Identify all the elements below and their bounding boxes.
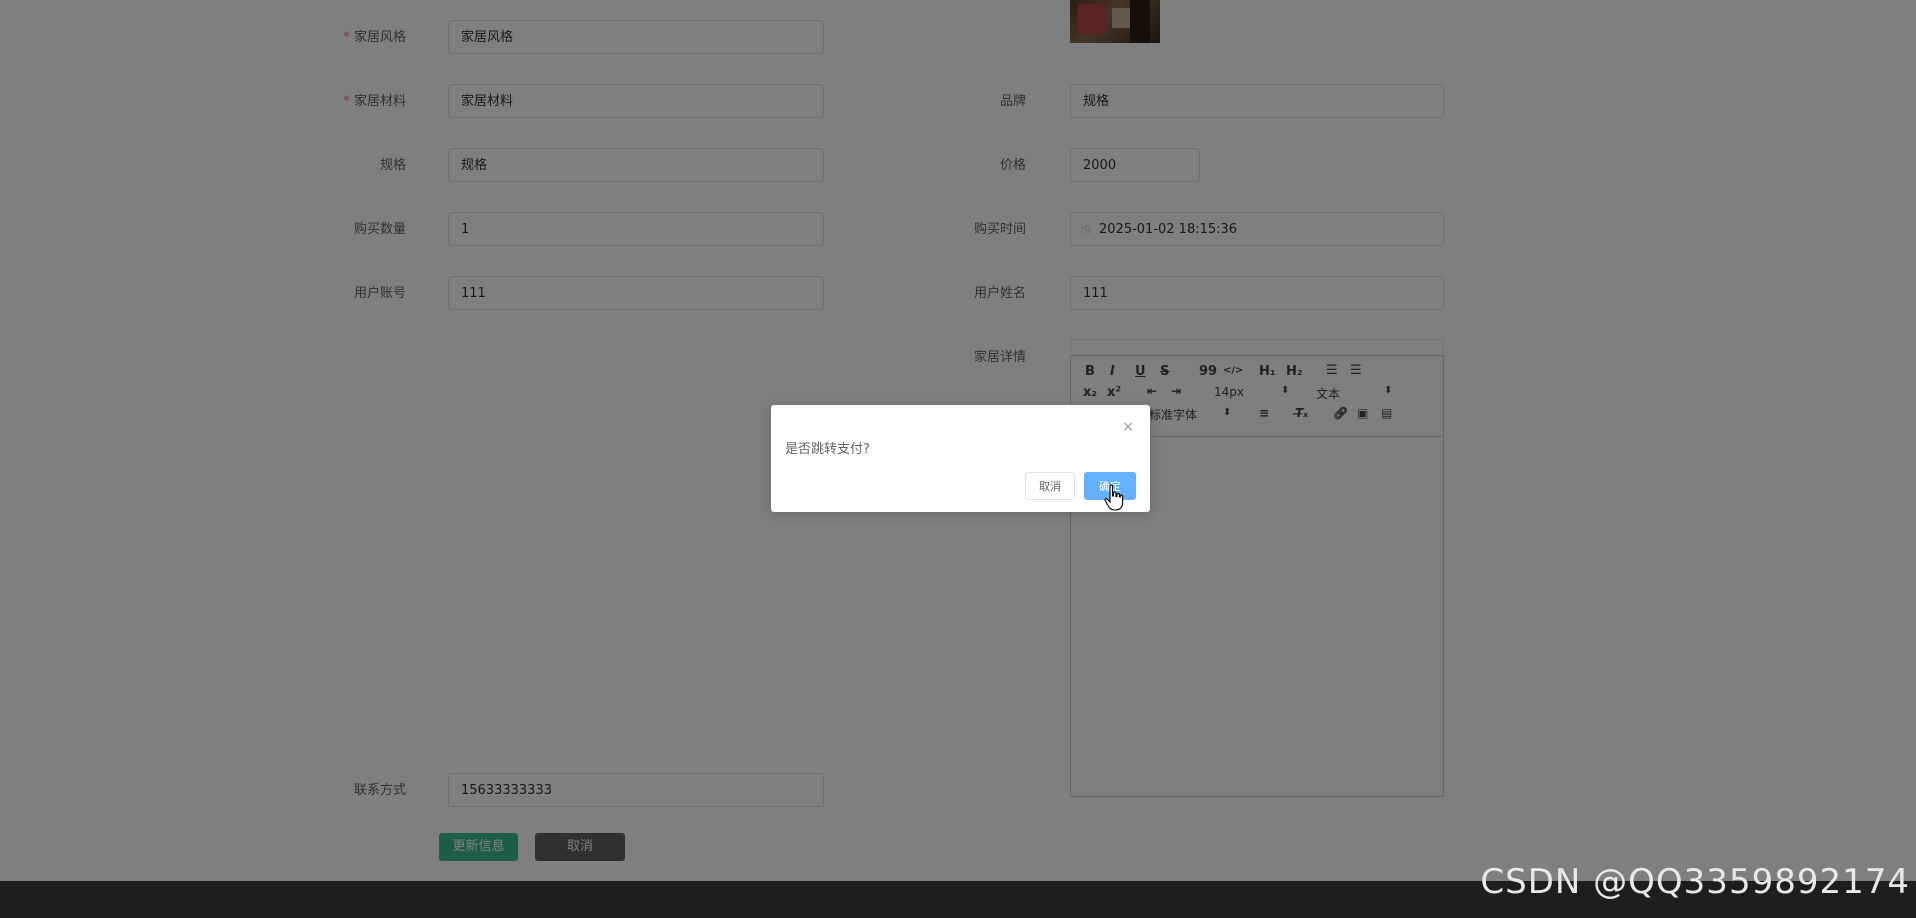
dialog-cancel-button[interactable]: 取消 bbox=[1025, 472, 1075, 500]
dialog-message: 是否跳转支付? bbox=[785, 442, 870, 457]
confirm-dialog: × 是否跳转支付? 取消 确定 bbox=[771, 405, 1150, 512]
hand-cursor-icon bbox=[1104, 484, 1124, 511]
close-icon[interactable]: × bbox=[1122, 419, 1134, 435]
watermark: CSDN @QQ3359892174 bbox=[1480, 862, 1910, 902]
